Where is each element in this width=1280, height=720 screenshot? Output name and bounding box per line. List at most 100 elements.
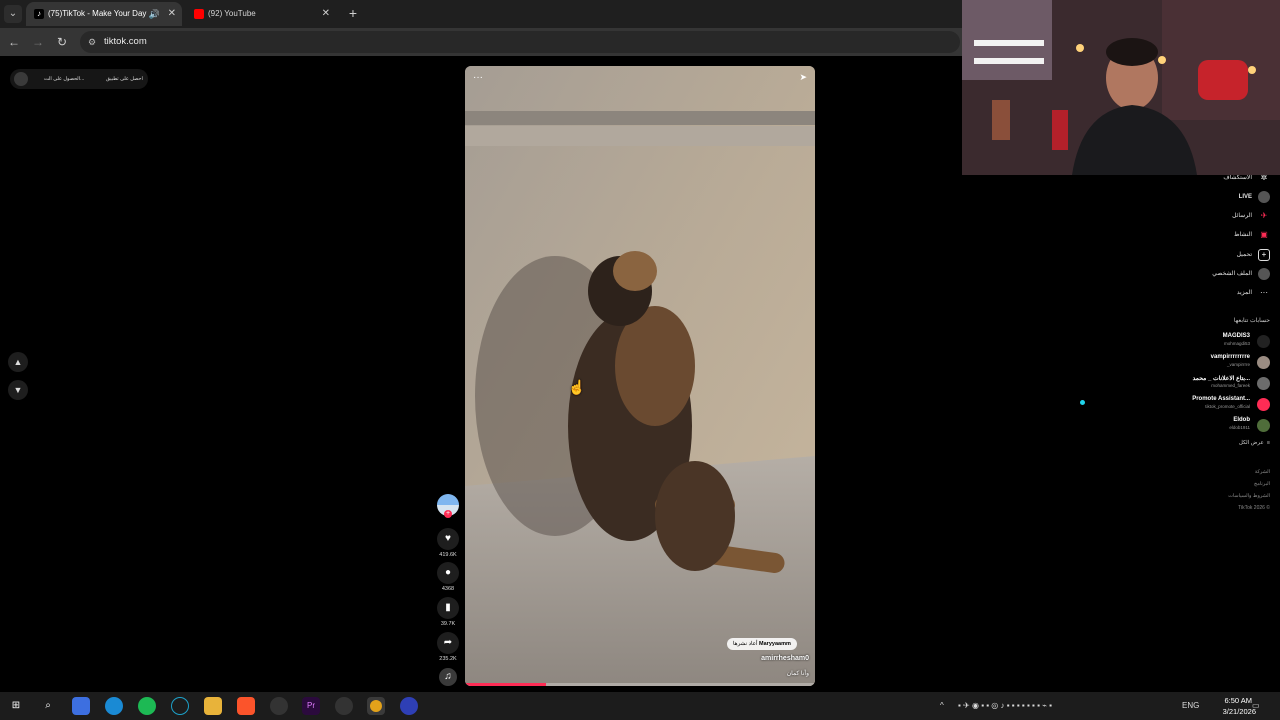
spotify-icon[interactable] [138, 697, 156, 715]
get-app-link[interactable]: احصل على تطبيق [106, 69, 143, 89]
file-explorer-icon[interactable] [204, 697, 222, 715]
more-icon: ··· [1260, 288, 1268, 297]
following-account[interactable]: Promote Assistant... tiktok_promote_offi… [1080, 396, 1270, 414]
get-coins-link[interactable]: الحصول على الت... [44, 69, 84, 89]
sidebar-item-profile[interactable]: الملف الشخصي [1090, 266, 1270, 282]
account-handle: mohammed_fareek [1211, 383, 1250, 388]
brave-icon[interactable] [237, 697, 255, 715]
tab-youtube[interactable]: (92) YouTube ✕ [186, 2, 336, 26]
account-name: MAGDIS3 [1222, 333, 1250, 339]
messages-icon: ✈ [1260, 211, 1268, 220]
edge-icon[interactable] [105, 697, 123, 715]
upload-icon: + [1258, 249, 1270, 261]
follow-plus-icon[interactable]: + [444, 510, 452, 518]
footer-link-terms[interactable]: الشروط والسياسات [1228, 493, 1270, 499]
share-button[interactable]: ➦ [437, 632, 459, 654]
back-icon[interactable]: ← [6, 34, 22, 50]
obs-icon[interactable] [270, 697, 288, 715]
avatar [1257, 356, 1270, 369]
search-icon[interactable]: ⌕ [39, 697, 57, 715]
repost-badge[interactable]: أعاد نشرها Maryyaamm [727, 638, 797, 650]
sidebar-item-more[interactable]: المزيد ··· [1090, 285, 1270, 301]
video-frame-dog [465, 66, 815, 686]
webcam-image [962, 0, 1280, 175]
profile-icon [1258, 268, 1270, 280]
like-button[interactable]: ♥ [437, 528, 459, 550]
tab-title: (92) YouTube [208, 9, 256, 18]
account-handle: _vampirrrre [1226, 362, 1250, 367]
tab-tiktok[interactable]: ♪ (75)TikTok - Make Your Day 🔊 ✕ [26, 2, 182, 26]
avatar [1257, 419, 1270, 432]
tiktok-icon: ♪ [34, 9, 44, 19]
like-count: 419.6K [439, 552, 457, 558]
live-icon [1258, 191, 1270, 203]
video-progress-bar[interactable] [465, 683, 815, 686]
app-icon[interactable] [335, 697, 353, 715]
language-indicator[interactable]: ENG [1182, 692, 1199, 720]
ccleaner-icon[interactable] [171, 697, 189, 715]
clock-time[interactable]: 6:50 AM [1224, 696, 1252, 705]
video-player[interactable]: ··· ➤ أعاد نشرها Maryyaamm amirrhesham0 … [465, 66, 815, 686]
account-name: بتاع الاعلانات _ محمد... [1192, 376, 1250, 382]
sidebar-item-label: النشاط [1233, 232, 1252, 238]
live-indicator [1080, 400, 1085, 405]
see-all-label: عرض الكل [1238, 440, 1264, 446]
following-account[interactable]: MAGDIS3 mohmagdi53 [1080, 333, 1270, 351]
activity-icon: ▣ [1260, 230, 1268, 239]
save-button[interactable]: ▮ [437, 597, 459, 619]
footer-link-program[interactable]: البرنامج [1254, 481, 1270, 487]
speaker-icon[interactable]: 🔊 [149, 2, 160, 26]
sidebar-item-activity[interactable]: النشاط ▣ [1090, 227, 1270, 243]
youtube-icon [194, 9, 204, 19]
sidebar-item-label: تحميل [1236, 252, 1252, 258]
close-tab-icon[interactable]: ✕ [322, 2, 330, 26]
comment-button[interactable]: ● [437, 562, 459, 584]
new-tab-button[interactable]: + [345, 5, 361, 21]
tab-search-button[interactable]: ⌄ [4, 5, 22, 23]
address-bar[interactable]: ⚙ [80, 31, 960, 53]
site-info-icon[interactable]: ⚙ [88, 37, 98, 47]
get-app-pill[interactable]: الحصول على الت... احصل على تطبيق [10, 69, 148, 89]
close-tab-icon[interactable]: ✕ [168, 2, 176, 26]
share-arrow-icon[interactable]: ➤ [799, 72, 807, 83]
premiere-icon[interactable]: Pr [302, 697, 320, 715]
notification-icon[interactable]: ▭ [1252, 692, 1260, 720]
avatar [1257, 398, 1270, 411]
account-handle: tiktok_promote_official [1205, 404, 1250, 409]
clock-date[interactable]: 3/21/2026 [1223, 707, 1256, 716]
sidebar-item-messages[interactable]: الرسائل ✈ [1090, 208, 1270, 224]
footer-copyright: TikTok 2026 © [1238, 505, 1270, 511]
forward-icon[interactable]: → [30, 34, 46, 50]
account-name: vampirrrrrrrre [1210, 354, 1250, 360]
tray-icons[interactable]: ▪ ✈ ◉ ▪ ▪ ◎ ♪ ▪ ▪ ▪ ▪ ▪ ▪ ▪ ⌁ ▪ [958, 692, 1052, 720]
following-account[interactable]: Eldob eldob1911 [1080, 417, 1270, 435]
previous-video-button[interactable]: ▲ [8, 352, 28, 372]
footer-link-company[interactable]: الشركة [1255, 469, 1270, 475]
chrome-icon[interactable] [367, 697, 385, 715]
sidebar-item-upload[interactable]: تحميل + [1090, 247, 1270, 263]
video-caption: وأنا كمان [786, 671, 809, 677]
reload-icon[interactable]: ↻ [54, 34, 70, 50]
webcam-overlay [962, 0, 1280, 175]
comment-count: 4368 [441, 586, 455, 592]
discord-icon[interactable] [400, 697, 418, 715]
following-account[interactable]: بتاع الاعلانات _ محمد... mohammed_fareek [1080, 375, 1270, 393]
see-all-link[interactable]: عرض الكل ≡ [1239, 440, 1270, 446]
more-options-icon[interactable]: ··· [473, 72, 483, 83]
video-author[interactable]: amirrhesham0 [761, 655, 809, 662]
sidebar-item-live[interactable]: LIVE [1090, 189, 1270, 205]
tray-overflow-icon[interactable]: ^ [940, 692, 944, 720]
windows-start-icon[interactable]: ⊞ [7, 697, 25, 715]
avatar [1257, 335, 1270, 348]
following-account[interactable]: vampirrrrrrrre _vampirrrre [1080, 354, 1270, 372]
copilot-icon[interactable] [72, 697, 90, 715]
url-input[interactable] [104, 31, 504, 53]
sidebar-item-label: المزيد [1236, 290, 1252, 296]
creator-avatar[interactable]: + [437, 494, 459, 518]
following-heading: حسابات تتابعها [1233, 318, 1270, 324]
hand-cursor-icon: ☝ [568, 379, 586, 395]
avatar [1257, 377, 1270, 390]
next-video-button[interactable]: ▼ [8, 380, 28, 400]
account-handle: eldob1911 [1229, 425, 1250, 430]
music-disc-icon[interactable]: ♫ [439, 668, 457, 686]
